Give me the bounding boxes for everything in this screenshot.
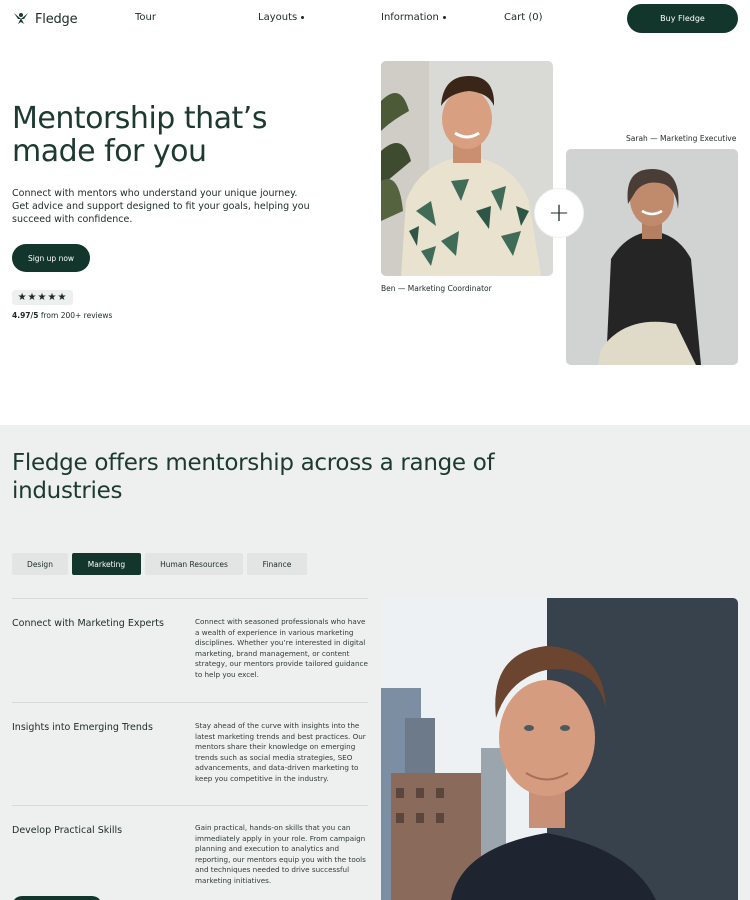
nav-link-label: Layouts [258,12,298,23]
nav-link-label: Tour [135,12,156,23]
nav-link-information[interactable]: Information [381,12,446,23]
feature-title: Develop Practical Skills [12,825,123,836]
partial-cta-button[interactable] [12,896,102,900]
feature-item: Connect with Marketing Experts Connect w… [12,598,368,702]
hero-title: Mentorship that’s made for you [12,101,267,169]
feature-text: Connect with seasoned professionals who … [195,617,368,679]
nav-link-layouts[interactable]: Layouts [258,12,305,23]
industries-title: Fledge offers mentorship across a range … [12,450,495,504]
hero-description: Connect with mentors who understand your… [12,188,310,225]
rating-value: 4.97/5 [12,311,39,320]
brand-name: Fledge [35,12,78,27]
rating-summary: 4.97/5 from 200+ reviews [12,311,112,320]
dropdown-dot-icon [301,15,305,19]
mentor-caption-ben: Ben — Marketing Coordinator [381,284,492,293]
brand-logo[interactable]: Fledge [12,10,78,29]
mentor-caption-sarah: Sarah — Marketing Executive [626,134,737,143]
feature-text: Stay ahead of the curve with insights in… [195,721,366,783]
industry-tabs: Design Marketing Human Resources Finance [12,553,307,575]
rating-stars: ★★★★★ [12,290,73,305]
bird-logo-icon [12,10,30,29]
buy-button[interactable]: Buy Fledge [627,4,738,33]
mentor-photo-sarah [566,149,738,365]
marketing-mentor-photo [381,598,738,900]
plus-icon: + [535,189,583,237]
nav-link-label: Information [381,12,439,23]
mentor-photo-ben [381,61,553,276]
tab-finance[interactable]: Finance [247,553,307,575]
tab-human-resources[interactable]: Human Resources [145,553,243,575]
feature-title: Insights into Emerging Trends [12,722,153,733]
nav-link-cart[interactable]: Cart (0) [504,12,543,23]
feature-item: Develop Practical Skills Gain practical,… [12,805,368,900]
dropdown-dot-icon [442,15,446,19]
rating-text: from 200+ reviews [38,311,113,320]
signup-button[interactable]: Sign up now [12,244,90,272]
tab-marketing[interactable]: Marketing [72,553,141,575]
feature-text: Gain practical, hands-on skills that you… [195,823,366,885]
top-nav: Fledge Tour Layouts Information Cart (0)… [0,0,750,37]
nav-link-label: Cart (0) [504,12,543,23]
nav-link-tour[interactable]: Tour [135,12,156,23]
tab-design[interactable]: Design [12,553,68,575]
feature-title: Connect with Marketing Experts [12,618,164,629]
feature-item: Insights into Emerging Trends Stay ahead… [12,702,368,806]
